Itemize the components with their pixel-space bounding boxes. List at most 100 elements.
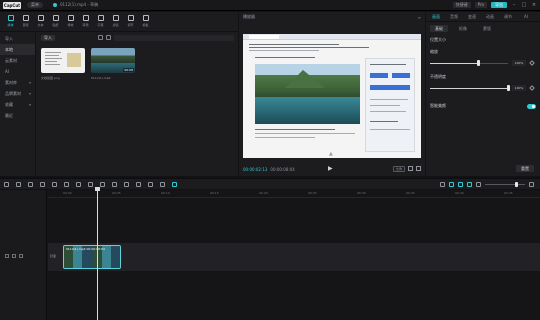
- undo-icon[interactable]: [16, 181, 21, 187]
- properties-tab[interactable]: 动画: [482, 14, 498, 20]
- list-view-icon[interactable]: [98, 35, 103, 40]
- crop-tool-icon[interactable]: [136, 181, 141, 187]
- lock-icon[interactable]: [5, 254, 9, 258]
- maximize-icon[interactable]: □: [521, 2, 527, 8]
- keyframe-diamond-icon[interactable]: [529, 85, 535, 91]
- slider-label: 不透明度: [430, 74, 446, 79]
- slider-knob[interactable]: [507, 85, 510, 91]
- properties-tab[interactable]: 画面: [428, 14, 444, 20]
- select-tool-icon[interactable]: [4, 181, 9, 187]
- effects-icon: [67, 15, 74, 21]
- sidebar-item[interactable]: 收藏 ▾: [0, 99, 35, 110]
- playhead[interactable]: [95, 187, 100, 320]
- tool-audio[interactable]: 音频: [19, 13, 32, 31]
- sidebar-item-label: 最近: [5, 112, 13, 118]
- sort-icon[interactable]: [106, 35, 111, 40]
- media-item[interactable]: 文档截图.png: [41, 48, 85, 80]
- delete-right-icon[interactable]: [64, 181, 69, 187]
- eye-icon[interactable]: [12, 254, 16, 258]
- ratio-button[interactable]: 比例: [392, 166, 405, 172]
- sidebar-item[interactable]: 云素材: [0, 55, 35, 66]
- link-icon[interactable]: [449, 181, 454, 187]
- properties-subtabs: 基础 抠像 蒙版: [426, 22, 540, 34]
- reverse-icon[interactable]: [100, 181, 105, 187]
- video-clip[interactable]: 0112(1).mp4 00:00:08:04: [63, 245, 121, 269]
- sidebar-item[interactable]: AI: [0, 66, 35, 77]
- sidebar-item[interactable]: 品牌素材 ▾: [0, 88, 35, 99]
- subtab-cutout[interactable]: 抠像: [454, 25, 472, 32]
- sidebar-item[interactable]: 本地: [0, 44, 35, 55]
- player-menu-icon[interactable]: ≡: [418, 15, 421, 20]
- tool-effects[interactable]: 特效: [64, 13, 77, 31]
- shortcuts-button[interactable]: 快捷键: [452, 2, 471, 8]
- delete-left-icon[interactable]: [52, 181, 57, 187]
- sidebar-item[interactable]: 导入: [0, 33, 35, 44]
- tool-label: 调节: [127, 23, 134, 27]
- tool-text[interactable]: 文本: [34, 13, 47, 31]
- slider-value-input[interactable]: 100%: [512, 60, 526, 66]
- properties-panel: 画面 音频 变速 动画 调节 AI 基础 抠像 蒙版 位置大小 缩放 100% 不透明度 100…: [426, 12, 540, 176]
- redo-icon[interactable]: [28, 181, 33, 187]
- zoom-in-icon[interactable]: [529, 181, 534, 187]
- crop-icon[interactable]: [408, 166, 413, 171]
- preview-axis-icon[interactable]: [467, 181, 472, 187]
- speaker-icon[interactable]: [19, 254, 23, 258]
- properties-tab[interactable]: AI: [518, 14, 534, 19]
- sidebar-item[interactable]: 素材库 ▾: [0, 77, 35, 88]
- zoom-slider[interactable]: [485, 181, 525, 187]
- feature-toolbar: 媒体 音频 文本 贴纸 特效 转场 字幕 滤镜 调节 模板: [0, 12, 238, 32]
- media-item-name: 0112(1).mp4: [91, 76, 111, 80]
- sticker-icon: [52, 15, 59, 21]
- freeze-icon[interactable]: [88, 181, 93, 187]
- properties-tab[interactable]: 调节: [500, 14, 516, 20]
- tool-media[interactable]: 媒体: [4, 13, 17, 31]
- speed-icon[interactable]: [148, 181, 153, 187]
- player-header: 播放器 ≡: [239, 12, 425, 22]
- tool-template[interactable]: 模板: [139, 13, 152, 31]
- minimize-icon[interactable]: –: [511, 2, 517, 8]
- delete-icon[interactable]: [76, 181, 81, 187]
- mic-icon[interactable]: [440, 181, 445, 187]
- keyframe-icon[interactable]: [160, 181, 165, 187]
- media-item[interactable]: 00:08 0112(1).mp4: [91, 48, 135, 80]
- snap-icon[interactable]: [458, 181, 463, 187]
- export-button[interactable]: 导出: [491, 2, 507, 8]
- slider-row: 100%: [430, 59, 536, 68]
- slider-value-input[interactable]: 100%: [512, 85, 526, 91]
- timeline: 00:00 00:05 00:10 00:15 00:20 00:25 00:30 00:35…: [0, 187, 540, 320]
- sidebar-item[interactable]: 最近: [0, 110, 35, 121]
- play-icon[interactable]: ▶: [328, 165, 333, 172]
- mirror-icon[interactable]: [112, 181, 117, 187]
- slider-knob[interactable]: [477, 60, 481, 66]
- media-search-input[interactable]: [114, 34, 234, 41]
- beauty-toggle[interactable]: [527, 103, 536, 109]
- sidebar-item-label: 品牌素材: [5, 90, 21, 96]
- rotate-icon[interactable]: [124, 181, 129, 187]
- preview-canvas[interactable]: [243, 34, 421, 158]
- pro-badge[interactable]: Pro: [474, 2, 487, 8]
- tool-sticker[interactable]: 贴纸: [49, 13, 62, 31]
- properties-tab[interactable]: 变速: [464, 14, 480, 20]
- media-item-duration: 00:08: [123, 68, 134, 72]
- close-icon[interactable]: ×: [531, 2, 537, 8]
- timeline-right-tools: [440, 181, 534, 187]
- split-icon[interactable]: [40, 181, 45, 187]
- ai-tool-icon[interactable]: [172, 181, 177, 187]
- time-ruler[interactable]: 00:00 00:05 00:10 00:15 00:20 00:25 00:30 00:35…: [48, 190, 540, 198]
- expand-caret-icon[interactable]: ▲: [329, 151, 333, 157]
- total-timecode: 00:00:08:04: [270, 166, 295, 172]
- cover-button[interactable]: 封面: [50, 254, 56, 258]
- zoom-out-icon[interactable]: [476, 181, 481, 187]
- tool-filter[interactable]: 滤镜: [109, 13, 122, 31]
- subtab-basic[interactable]: 基础: [430, 24, 448, 32]
- import-button[interactable]: 导入: [41, 34, 55, 41]
- reset-button[interactable]: 重置: [516, 165, 534, 172]
- menu-button[interactable]: 菜单: [27, 2, 43, 8]
- tool-captions[interactable]: 字幕: [94, 13, 107, 31]
- tool-adjust[interactable]: 调节: [124, 13, 137, 31]
- subtab-mask[interactable]: 蒙版: [478, 25, 496, 32]
- tool-transition[interactable]: 转场: [79, 13, 92, 31]
- properties-tab[interactable]: 音频: [446, 14, 462, 20]
- fullscreen-icon[interactable]: [416, 166, 421, 171]
- keyframe-diamond-icon[interactable]: [529, 60, 535, 66]
